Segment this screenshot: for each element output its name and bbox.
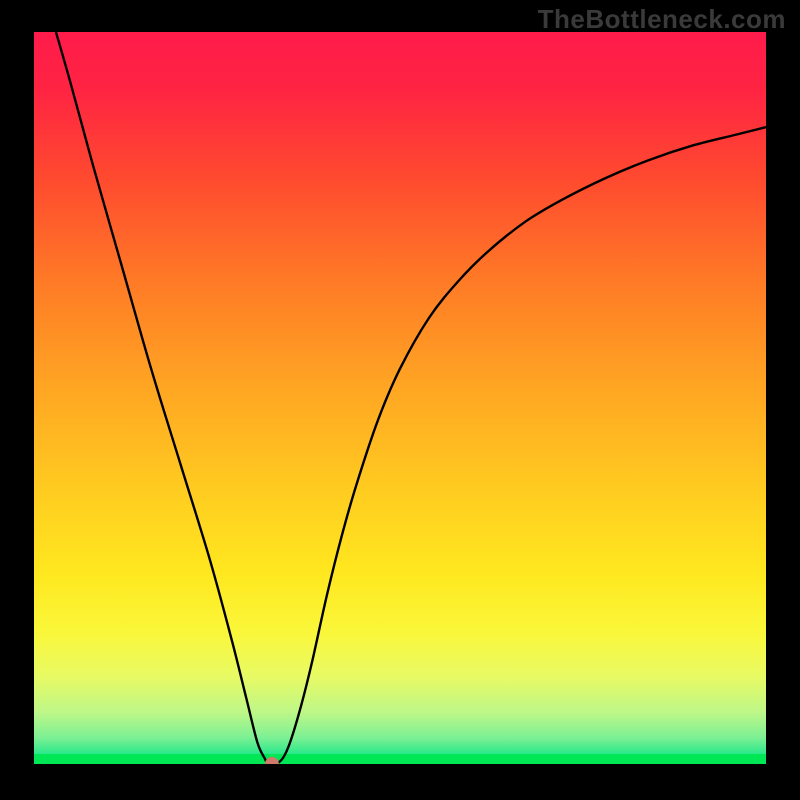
gradient-background (34, 32, 766, 764)
chart-frame: TheBottleneck.com (0, 0, 800, 800)
green-baseline (34, 754, 766, 764)
watermark-text: TheBottleneck.com (538, 4, 786, 35)
plot-area (34, 32, 766, 764)
plot-svg (34, 32, 766, 764)
